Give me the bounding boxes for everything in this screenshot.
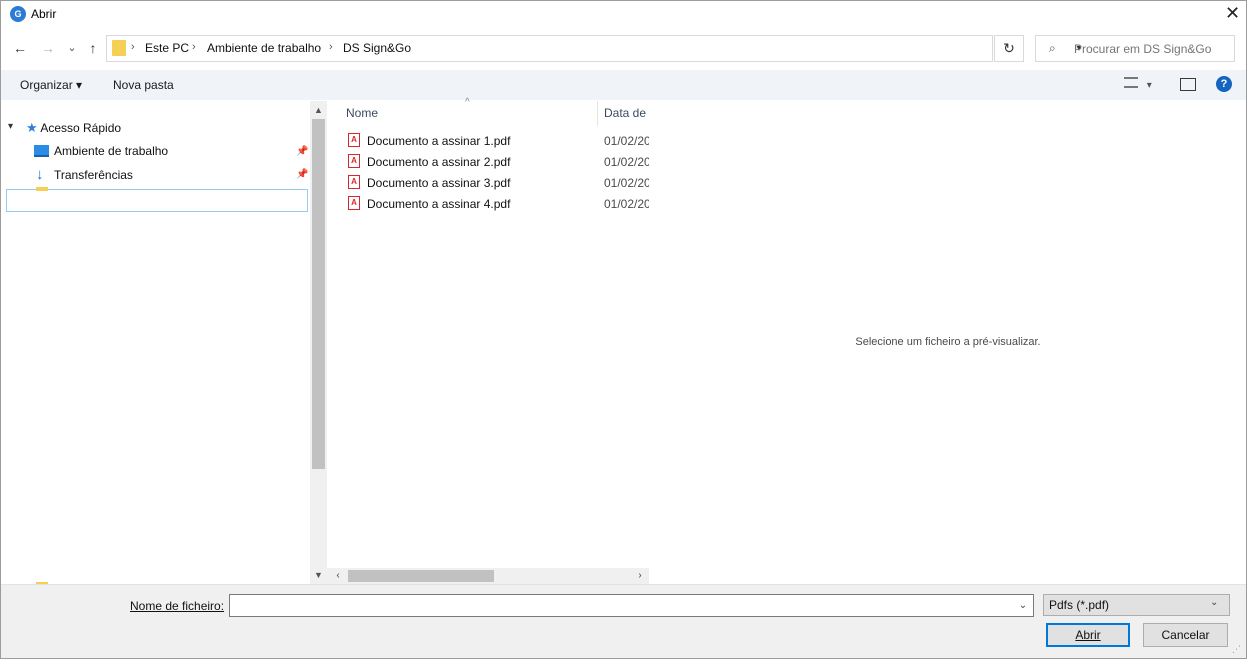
chevron-down-icon: ⌄ [1210, 597, 1219, 608]
pin-icon: 📌 [296, 169, 309, 180]
close-button[interactable]: ✕ [1218, 0, 1247, 28]
organize-menu-button[interactable]: Organizar ▾ [20, 78, 82, 92]
scroll-down-icon[interactable]: ▼ [310, 567, 327, 583]
forward-arrow-icon[interactable]: → [38, 38, 58, 58]
change-view-button[interactable]: ▾ [1124, 77, 1162, 93]
file-name: Documento a assinar 3.pdf [367, 176, 511, 190]
file-type-select[interactable]: Pdfs (*.pdf) ⌄ [1043, 594, 1230, 616]
scroll-left-icon[interactable]: ‹ [330, 568, 346, 584]
folder-icon [36, 187, 48, 191]
command-bar [0, 70, 1247, 100]
pin-icon: 📌 [296, 146, 309, 157]
chevron-down-icon: ▾ [1146, 80, 1152, 91]
filename-input[interactable] [229, 594, 1034, 617]
rename-edit-box[interactable] [6, 189, 308, 212]
resize-grip-icon[interactable]: ⋰ [1232, 644, 1241, 655]
tree-item-acesso-rapido[interactable]: ★ Acesso Rápido [26, 120, 121, 142]
expand-chevron-icon[interactable]: ▾ [8, 121, 13, 132]
open-button-label: Abrir [1075, 628, 1101, 642]
file-name: Documento a assinar 1.pdf [367, 134, 511, 148]
tree-item-transferencias[interactable]: Transferências [54, 168, 133, 190]
scrollbar-thumb[interactable] [348, 570, 494, 582]
help-icon[interactable]: ? [1216, 76, 1232, 92]
preview-pane-icon[interactable] [1180, 78, 1196, 91]
title-bar [0, 0, 1247, 30]
tree-item-ambiente-de-trabalho[interactable]: Ambiente de trabalho [54, 144, 168, 166]
up-arrow-icon[interactable]: ↑ [84, 38, 102, 58]
download-icon: ↓ [36, 166, 44, 183]
column-header-name[interactable]: Nome [346, 106, 378, 120]
window-title: Abrir [31, 7, 57, 21]
file-date: 01/02/2023 [604, 197, 650, 211]
refresh-button[interactable]: ↻ [994, 35, 1024, 62]
tree-item-label: Acesso Rápido [40, 121, 122, 135]
breadcrumb-este-pc[interactable]: Este PC [145, 41, 189, 55]
file-type-value: Pdfs (*.pdf) [1049, 598, 1110, 612]
sort-ascending-icon: ^ [465, 97, 470, 108]
back-arrow-icon[interactable]: ← [10, 38, 30, 58]
pdf-icon: A [348, 196, 360, 210]
column-header-date[interactable]: Data de m [604, 106, 649, 120]
star-icon: ★ [26, 120, 38, 135]
file-name: Documento a assinar 2.pdf [367, 155, 511, 169]
new-folder-button[interactable]: Nova pasta [113, 78, 174, 92]
filename-label-text: Nome de ficheiro: [130, 599, 225, 613]
file-date: 01/02/2023 [604, 176, 650, 190]
file-name: Documento a assinar 4.pdf [367, 197, 511, 211]
cancel-button[interactable]: Cancelar [1143, 623, 1228, 647]
breadcrumb-separator: › [192, 41, 196, 53]
breadcrumb-ambiente-de-trabalho[interactable]: Ambiente de trabalho [207, 41, 321, 55]
search-input[interactable] [1074, 40, 1229, 58]
recent-locations-chevron-icon[interactable]: ⌄ [64, 38, 80, 58]
pdf-icon: A [348, 175, 360, 189]
file-date: 01/02/2023 [604, 134, 650, 148]
desktop-icon [34, 145, 49, 157]
filename-label: Nome de ficheiro: [130, 599, 224, 613]
file-list [327, 101, 649, 584]
search-box[interactable]: ⌕ [1035, 35, 1235, 62]
breadcrumb-separator: › [131, 41, 135, 53]
chevron-down-icon[interactable]: ⌄ [1014, 597, 1032, 615]
scroll-up-icon[interactable]: ▲ [310, 102, 327, 118]
column-divider[interactable] [597, 101, 598, 126]
pdf-icon: A [348, 154, 360, 168]
details-view-icon [1124, 77, 1138, 88]
file-date: 01/02/2023 [604, 155, 650, 169]
breadcrumb-separator: › [329, 41, 333, 53]
open-button[interactable]: Abrir [1046, 623, 1130, 647]
folder-icon [112, 40, 126, 56]
search-icon: ⌕ [1049, 41, 1056, 55]
preview-message: Selecione um ficheiro a pré-visualizar. [855, 336, 1041, 348]
address-bar[interactable]: › Este PC › Ambiente de trabalho › DS Si… [106, 35, 1082, 62]
scroll-right-icon[interactable]: › [632, 568, 648, 584]
breadcrumb-ds-sign-go[interactable]: DS Sign&Go [343, 41, 411, 55]
scrollbar-thumb[interactable] [312, 119, 325, 469]
ds-sign-go-icon: G [10, 6, 26, 22]
pdf-icon: A [348, 133, 360, 147]
